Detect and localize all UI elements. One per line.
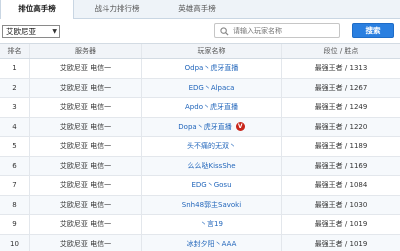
player-name-cell: Odpa丶虎牙直播 xyxy=(142,59,282,78)
search-box xyxy=(214,23,340,38)
rank-cell: 10 xyxy=(0,234,30,251)
table-row: 7 艾欧尼亚 电信一 EDG丶Gosu 最强王者 / 1084 xyxy=(0,176,400,196)
server-cell: 艾欧尼亚 电信一 xyxy=(30,59,142,78)
tier-points-cell: 最强王者 / 1189 xyxy=(314,142,368,151)
table-row: 6 艾欧尼亚 电信一 么么哒KissShe 最强王者 / 1169 xyxy=(0,156,400,176)
header-tier: 段位 / 胜点 xyxy=(323,47,359,55)
tier-points-cell: 最强王者 / 1220 xyxy=(314,122,368,131)
table-row: 9 艾欧尼亚 电信一 丶言19 最强王者 / 1019 xyxy=(0,215,400,235)
table-row: 1 艾欧尼亚 电信一 Odpa丶虎牙直播 最强王者 / 1313 xyxy=(0,59,400,79)
header-server: 服务器 xyxy=(30,44,142,58)
server-select-value: 艾欧尼亚 xyxy=(6,27,36,36)
server-cell: 艾欧尼亚 电信一 xyxy=(30,176,142,195)
table-row: 4 艾欧尼亚 电信一 Dopa丶虎牙直播 V 最强王者 / 1220 xyxy=(0,117,400,137)
player-name-cell: 冰封夕阳丶AAA xyxy=(142,234,282,251)
rank-cell: 8 xyxy=(0,195,30,214)
search-icon xyxy=(220,27,229,36)
server-cell: 艾欧尼亚 电信一 xyxy=(30,117,142,136)
server-select[interactable]: 艾欧尼亚 ▼ xyxy=(2,25,60,38)
rank-cell: 4 xyxy=(0,117,30,136)
tier-points-cell: 最强王者 / 1313 xyxy=(314,64,368,73)
tier-points-cell: 最强王者 / 1030 xyxy=(314,200,368,209)
table-row: 5 艾欧尼亚 电信一 头不痛的无双丶 最强王者 / 1189 xyxy=(0,137,400,157)
rank-cell: 3 xyxy=(0,98,30,117)
player-name-cell: 么么哒KissShe xyxy=(142,156,282,175)
rank-cell: 6 xyxy=(0,156,30,175)
server-cell: 艾欧尼亚 电信一 xyxy=(30,137,142,156)
player-name-cell: Dopa丶虎牙直播 V xyxy=(142,117,282,136)
server-cell: 艾欧尼亚 电信一 xyxy=(30,98,142,117)
tier-points-cell: 最强王者 / 1267 xyxy=(314,83,368,92)
server-cell: 艾欧尼亚 电信一 xyxy=(30,78,142,97)
rank-cell: 7 xyxy=(0,176,30,195)
leaderboard-tabs: 排位高手榜 战斗力排行榜 英雄高手榜 xyxy=(0,0,400,20)
tier-points-cell: 最强王者 / 1169 xyxy=(314,161,368,170)
server-cell: 艾欧尼亚 电信一 xyxy=(30,156,142,175)
search-button[interactable]: 搜索 xyxy=(352,23,394,38)
player-name-cell: 丶言19 xyxy=(142,215,282,234)
toolbar: 艾欧尼亚 ▼ 搜索 xyxy=(0,19,400,43)
server-cell: 艾欧尼亚 电信一 xyxy=(30,215,142,234)
table-row: 2 艾欧尼亚 电信一 EDG丶Alpaca 最强王者 / 1267 xyxy=(0,78,400,98)
rank-cell: 1 xyxy=(0,59,30,78)
player-name-link[interactable]: 头不痛的无双丶 xyxy=(187,141,236,151)
player-name-cell: EDG丶Gosu xyxy=(142,176,282,195)
rank-cell: 9 xyxy=(0,215,30,234)
table-header: 排名 服务器 玩家名称 段位 / 胜点 xyxy=(0,44,400,59)
rank-cell: 5 xyxy=(0,137,30,156)
player-name-cell: 头不痛的无双丶 xyxy=(142,137,282,156)
tier-points-cell: 最强王者 / 1019 xyxy=(314,220,368,229)
player-name-cell: EDG丶Alpaca xyxy=(142,78,282,97)
player-name-link[interactable]: Snh48郭主Savoki xyxy=(182,200,241,210)
player-name-link[interactable]: Odpa丶虎牙直播 xyxy=(185,63,239,73)
header-rank: 排名 xyxy=(0,44,30,58)
header-name: 玩家名称 xyxy=(142,44,282,58)
tier-points-cell: 最强王者 / 1084 xyxy=(314,181,368,190)
player-name-link[interactable]: EDG丶Gosu xyxy=(191,180,231,190)
player-name-cell: Apdo丶虎牙直播 xyxy=(142,98,282,117)
tab-ranked-leaderboard[interactable]: 排位高手榜 xyxy=(0,0,74,20)
server-cell: 艾欧尼亚 电信一 xyxy=(30,234,142,251)
player-name-cell: Snh48郭主Savoki xyxy=(142,195,282,214)
player-name-link[interactable]: Apdo丶虎牙直播 xyxy=(185,102,238,112)
tier-points-cell: 最强王者 / 1019 xyxy=(314,239,368,248)
player-name-link[interactable]: EDG丶Alpaca xyxy=(189,83,235,93)
table-row: 3 艾欧尼亚 电信一 Apdo丶虎牙直播 最强王者 / 1249 xyxy=(0,98,400,118)
search-input[interactable] xyxy=(233,25,337,36)
player-name-link[interactable]: 丶言19 xyxy=(200,219,223,229)
player-name-link[interactable]: 冰封夕阳丶AAA xyxy=(187,239,237,249)
player-name-link[interactable]: 么么哒KissShe xyxy=(187,161,235,171)
leaderboard-table: 排名 服务器 玩家名称 段位 / 胜点 1 艾欧尼亚 电信一 Odpa丶虎牙直播 最强… xyxy=(0,43,400,251)
server-cell: 艾欧尼亚 电信一 xyxy=(30,195,142,214)
table-row: 8 艾欧尼亚 电信一 Snh48郭主Savoki 最强王者 / 1030 xyxy=(0,195,400,215)
tier-points-cell: 最强王者 / 1249 xyxy=(314,103,368,112)
table-body: 1 艾欧尼亚 电信一 Odpa丶虎牙直播 最强王者 / 1313 2 艾欧尼亚 电信一 ED… xyxy=(0,59,400,251)
chevron-down-icon: ▼ xyxy=(52,28,57,35)
tab-hero-leaderboard[interactable]: 英雄高手榜 xyxy=(160,0,234,19)
player-name-link[interactable]: Dopa丶虎牙直播 xyxy=(178,122,231,132)
rank-cell: 2 xyxy=(0,78,30,97)
table-row: 10 艾欧尼亚 电信一 冰封夕阳丶AAA 最强王者 / 1019 xyxy=(0,234,400,251)
tab-power-leaderboard[interactable]: 战斗力排行榜 xyxy=(74,0,160,19)
verified-badge-icon: V xyxy=(235,122,245,132)
